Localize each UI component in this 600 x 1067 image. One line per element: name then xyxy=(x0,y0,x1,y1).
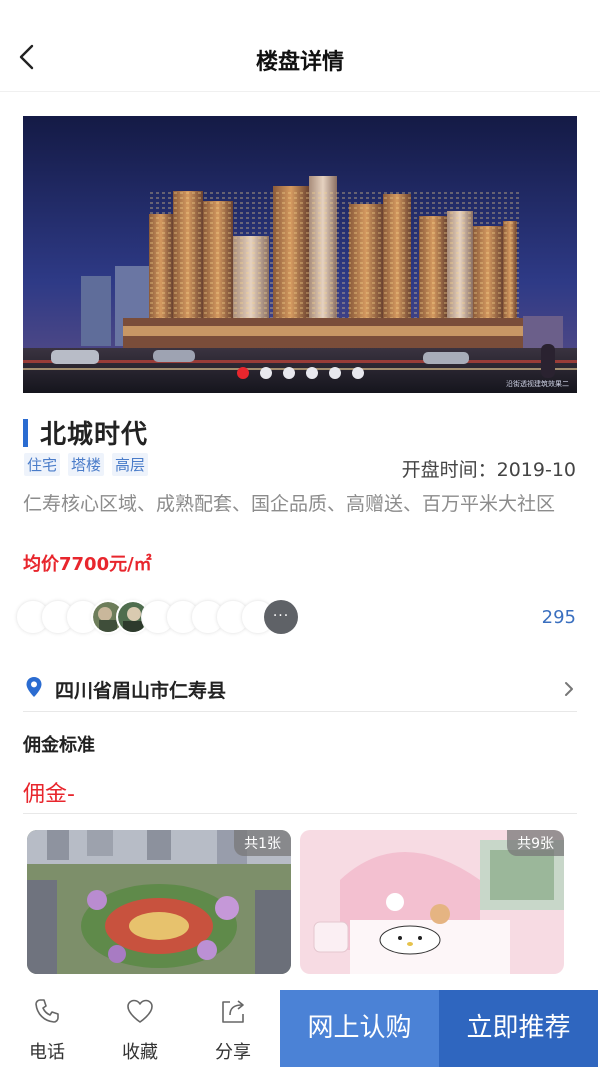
page-title: 楼盘详情 xyxy=(255,50,344,75)
carousel-dot[interactable] xyxy=(328,367,341,379)
share-icon xyxy=(222,1000,244,1023)
online-purchase-button[interactable]: 网上认购 xyxy=(280,990,439,1067)
carousel-dot[interactable] xyxy=(305,367,318,379)
phone-icon xyxy=(35,999,59,1023)
building-rendering-image xyxy=(23,116,577,393)
album-card-aerial[interactable]: 共1张 xyxy=(27,830,291,974)
property-name-row: 北城时代 xyxy=(23,414,148,451)
favorite-button[interactable]: 收藏 xyxy=(105,988,175,1067)
tag-residential: 住宅 xyxy=(24,453,61,476)
property-description: 仁寿核心区域、成熟配套、国企品质、高赠送、百万平米大社区 xyxy=(23,493,556,515)
nav-bar: 楼盘详情 xyxy=(0,0,600,92)
favorite-label: 收藏 xyxy=(122,1042,158,1063)
carousel-dot[interactable] xyxy=(351,367,364,379)
tag-tower: 塔楼 xyxy=(68,453,105,476)
viewer-count: 295 xyxy=(541,607,576,628)
commission-value: 佣金- xyxy=(23,782,75,807)
phone-label: 电话 xyxy=(29,1042,65,1063)
average-price: 均价7700元/㎡ xyxy=(23,554,152,575)
accent-bar xyxy=(23,418,28,447)
tag-highrise: 高层 xyxy=(112,453,149,476)
property-tags: 住宅 塔楼 高层 xyxy=(24,453,149,476)
image-carousel[interactable]: 沿街透视建筑效果二 xyxy=(23,116,577,393)
chevron-right-icon xyxy=(565,682,573,696)
address-row[interactable]: 四川省眉山市仁寿县 xyxy=(23,672,577,712)
bottom-action-bar: 电话 收藏 分享 网上认购 立即推荐 xyxy=(0,988,600,1067)
phone-button[interactable]: 电话 xyxy=(12,988,82,1067)
carousel-dot[interactable] xyxy=(236,367,249,379)
recommend-now-button[interactable]: 立即推荐 xyxy=(439,990,598,1067)
carousel-dot[interactable] xyxy=(282,367,295,379)
share-label: 分享 xyxy=(215,1042,251,1063)
more-viewers-button[interactable]: ··· xyxy=(264,600,298,634)
carousel-dots xyxy=(23,367,577,379)
image-caption: 沿街透视建筑效果二 xyxy=(506,380,569,388)
share-button[interactable]: 分享 xyxy=(198,988,268,1067)
open-time: 开盘时间：2019-10 xyxy=(401,459,576,481)
location-pin-icon xyxy=(26,677,42,697)
carousel-dot[interactable] xyxy=(259,367,272,379)
property-name: 北城时代 xyxy=(40,420,149,450)
heart-icon xyxy=(127,999,153,1023)
viewer-avatars[interactable]: ··· xyxy=(16,600,316,636)
album-count-badge: 共9张 xyxy=(507,830,564,856)
divider xyxy=(23,813,577,814)
album-count-badge: 共1张 xyxy=(234,830,291,856)
album-card-bedroom[interactable]: 共9张 xyxy=(300,830,564,974)
commission-title: 佣金标准 xyxy=(23,735,95,756)
address-text: 四川省眉山市仁寿县 xyxy=(55,680,227,702)
